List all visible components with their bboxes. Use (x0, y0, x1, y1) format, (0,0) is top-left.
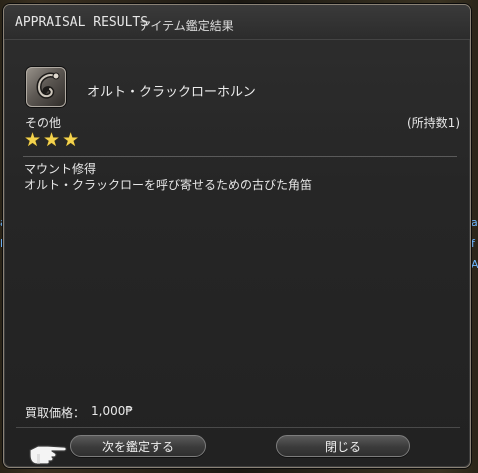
bg-text-right-3: A (471, 258, 478, 271)
pointing-hand-icon (28, 437, 68, 465)
window-subtitle: アイテム鑑定結果 (139, 19, 234, 33)
appraisal-results-window: APPRAISAL RESULTS アイテム鑑定結果 オルト・クラックローホルン… (3, 4, 471, 468)
close-button[interactable]: 閉じる (276, 435, 410, 457)
window-titlebar[interactable]: APPRAISAL RESULTS アイテム鑑定結果 (4, 5, 470, 40)
rarity-stars: ★ ★ ★ (24, 129, 79, 151)
star-icon: ★ (62, 129, 80, 151)
appraise-next-button[interactable]: 次を鑑定する (70, 435, 206, 457)
window-title: APPRAISAL RESULTS (15, 15, 149, 30)
gil-icon: ₱ (125, 404, 134, 418)
pointing-hand-graphic (29, 445, 67, 465)
bg-text-right-2: f (471, 237, 475, 250)
item-name: オルト・クラックローホルン (87, 85, 256, 100)
section-divider (23, 156, 457, 157)
horn-icon[interactable] (26, 67, 66, 107)
star-icon: ★ (24, 129, 42, 151)
star-icon: ★ (43, 129, 61, 151)
horn-icon-graphic (36, 72, 60, 99)
owned-count: (所持数1) (407, 116, 460, 130)
price-value: 1,000₱ (91, 404, 134, 418)
price-label: 買取価格： (25, 406, 86, 420)
description-title: マウント修得 (24, 162, 97, 176)
sell-price: 買取価格： 1,000₱ (25, 404, 133, 421)
description-body: オルト・クラックローを呼び寄せるための古びた角笛 (24, 178, 313, 192)
bg-text-right-1: a (471, 216, 478, 229)
footer-divider (16, 427, 460, 428)
